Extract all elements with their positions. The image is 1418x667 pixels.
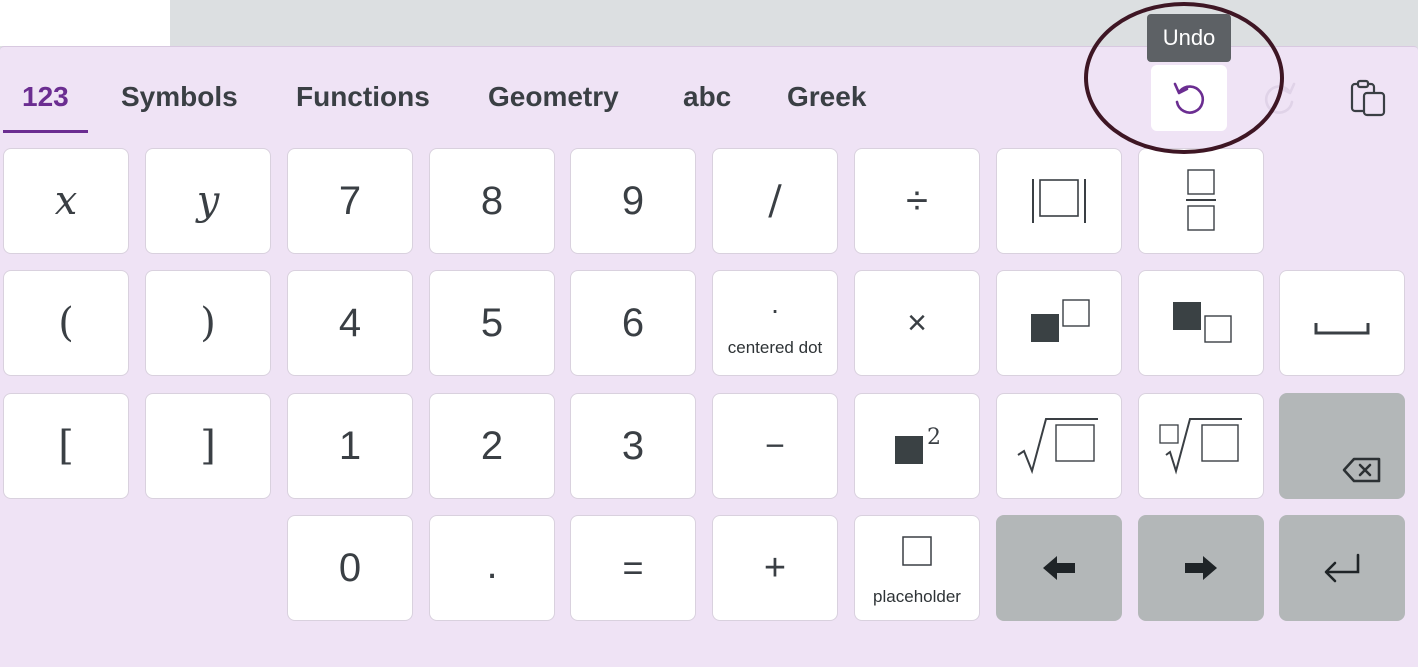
undo-button[interactable] — [1151, 65, 1227, 131]
space-icon — [1314, 323, 1370, 335]
key-y[interactable]: y — [145, 148, 271, 254]
tab-abc[interactable]: abc — [683, 47, 731, 133]
key-label: 8 — [480, 179, 504, 223]
key-label: ( — [58, 300, 74, 346]
superscript-icon — [1031, 299, 1090, 342]
redo-icon — [1264, 82, 1296, 114]
clipboard-icon — [1350, 79, 1386, 117]
key-label: 0 — [338, 546, 362, 590]
key-label: 7 — [338, 179, 362, 223]
key-slash[interactable]: / — [712, 148, 838, 254]
key-4[interactable]: 4 — [287, 270, 413, 376]
enter-icon — [1324, 553, 1360, 583]
tab-greek[interactable]: Greek — [787, 47, 866, 133]
key-squared[interactable]: 2 — [854, 393, 980, 499]
key-9[interactable]: 9 — [570, 148, 696, 254]
undo-icon — [1173, 82, 1205, 114]
key-8[interactable]: 8 — [429, 148, 555, 254]
key-label: . — [486, 543, 498, 587]
key-label: ] — [200, 423, 216, 469]
key-enter[interactable] — [1279, 515, 1405, 621]
arrow-left-icon — [1043, 556, 1075, 580]
tab-123[interactable]: 123 — [22, 47, 69, 133]
key-label: ÷ — [906, 179, 928, 223]
key-label: = — [622, 547, 644, 588]
key-label: 4 — [338, 301, 362, 345]
key-left-paren[interactable]: ( — [3, 270, 129, 376]
placeholder-box-icon — [902, 536, 932, 566]
tab-functions[interactable]: Functions — [296, 47, 430, 133]
key-0[interactable]: 0 — [287, 515, 413, 621]
key-absolute-value[interactable] — [996, 148, 1122, 254]
key-left-bracket[interactable]: [ — [3, 393, 129, 499]
key-label: y — [196, 178, 220, 224]
key-6[interactable]: 6 — [570, 270, 696, 376]
key-2[interactable]: 2 — [429, 393, 555, 499]
key-decimal-point[interactable]: . — [429, 515, 555, 621]
paste-button[interactable] — [1330, 65, 1406, 131]
subscript-icon — [1173, 302, 1232, 343]
key-nth-root[interactable] — [1138, 393, 1264, 499]
math-keyboard: 123 Symbols Functions Geometry abc Greek… — [0, 46, 1418, 667]
key-divide[interactable]: ÷ — [854, 148, 980, 254]
key-times[interactable]: × — [854, 270, 980, 376]
sqrt-icon — [1017, 418, 1098, 475]
key-superscript[interactable] — [996, 270, 1122, 376]
key-space[interactable] — [1279, 270, 1405, 376]
key-plus[interactable]: + — [712, 515, 838, 621]
key-label: 6 — [621, 301, 645, 345]
svg-text:2: 2 — [927, 425, 941, 450]
key-label: + — [763, 547, 787, 589]
key-3[interactable]: 3 — [570, 393, 696, 499]
key-label: 5 — [480, 301, 504, 345]
key-minus[interactable]: − — [712, 393, 838, 499]
key-arrow-left[interactable] — [996, 515, 1122, 621]
backspace-icon — [1342, 457, 1381, 483]
fraction-icon — [1186, 169, 1216, 231]
nth-root-icon — [1159, 418, 1242, 475]
undo-tooltip: Undo — [1147, 14, 1231, 62]
key-backspace[interactable] — [1279, 393, 1405, 499]
key-5[interactable]: 5 — [429, 270, 555, 376]
key-label: ) — [200, 300, 216, 346]
key-right-bracket[interactable]: ] — [145, 393, 271, 499]
key-subscript[interactable] — [1138, 270, 1264, 376]
key-equals[interactable]: = — [570, 515, 696, 621]
tab-geometry[interactable]: Geometry — [488, 47, 619, 133]
key-x[interactable]: x — [3, 148, 129, 254]
key-label: 1 — [338, 424, 362, 468]
squared-icon: 2 — [895, 425, 941, 464]
active-tab-indicator — [3, 130, 88, 133]
key-label: [ — [58, 423, 74, 469]
key-label: x — [54, 178, 78, 224]
key-label: 3 — [621, 424, 645, 468]
key-centered-dot[interactable]: · centered dot — [712, 270, 838, 376]
key-caption: centered dot — [727, 338, 823, 357]
key-right-paren[interactable]: ) — [145, 270, 271, 376]
arrow-right-icon — [1185, 556, 1217, 580]
key-label: 9 — [621, 179, 645, 223]
input-area[interactable] — [0, 0, 170, 46]
key-square-root[interactable] — [996, 393, 1122, 499]
key-7[interactable]: 7 — [287, 148, 413, 254]
key-label: / — [768, 178, 782, 224]
key-arrow-right[interactable] — [1138, 515, 1264, 621]
key-placeholder[interactable]: placeholder — [854, 515, 980, 621]
key-1[interactable]: 1 — [287, 393, 413, 499]
abs-value-icon — [1032, 179, 1086, 223]
tab-symbols[interactable]: Symbols — [121, 47, 238, 133]
key-label: × — [907, 304, 927, 342]
key-label: 2 — [480, 424, 504, 468]
key-fraction[interactable] — [1138, 148, 1264, 254]
key-label: − — [765, 427, 785, 465]
key-caption: placeholder — [873, 587, 961, 606]
key-symbol: · — [770, 294, 780, 325]
redo-button[interactable] — [1242, 65, 1318, 131]
